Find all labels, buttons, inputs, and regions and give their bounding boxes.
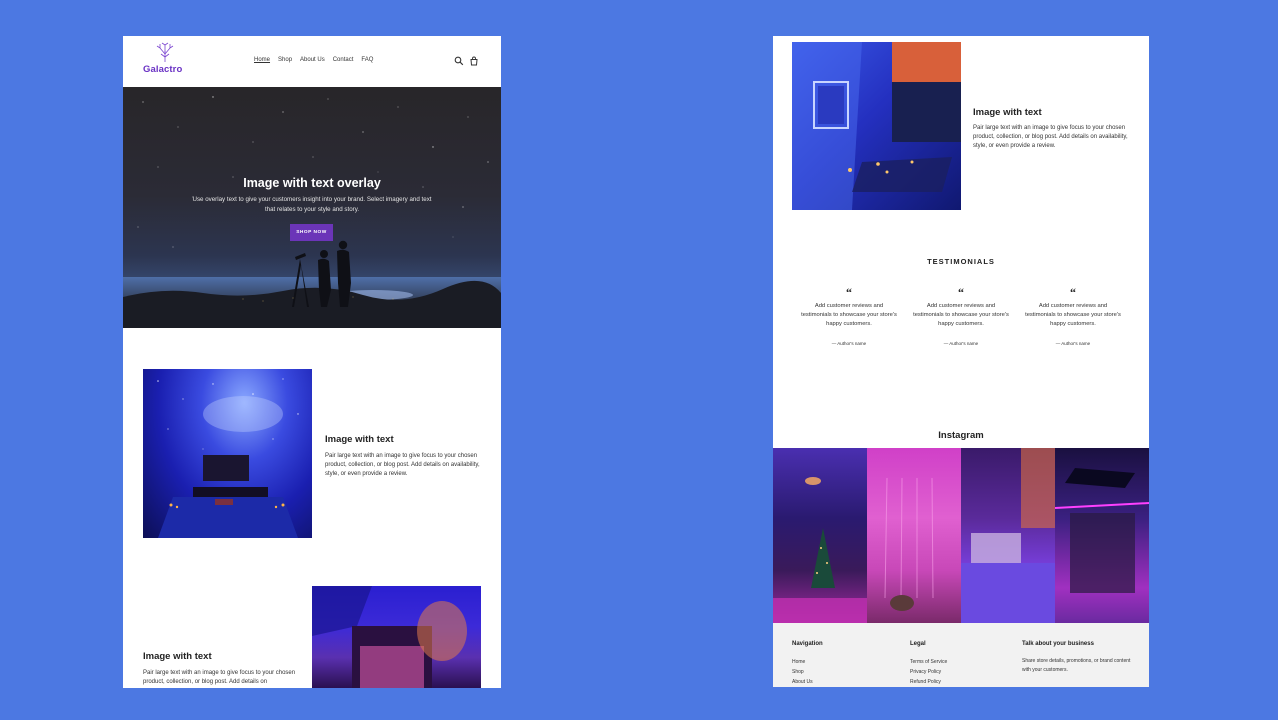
hero-subtitle: Use overlay text to give your customers … [192,196,432,213]
footer-legal: Legal Terms of Service Privacy Policy Re… [910,641,947,687]
footer-heading: Talk about your business [1022,641,1094,647]
right-block-title: Image with text [973,107,1042,118]
instagram-photo[interactable] [961,448,1055,623]
couple-telescope-silhouette [292,240,351,307]
search-icon[interactable] [454,56,464,66]
instagram-heading: Instagram [938,430,984,441]
shop-now-button[interactable]: SHOP NOW [290,224,333,241]
galaxy-bedroom-image [143,369,312,538]
testimonial-text: Add customer reviews and testimonials to… [913,303,1009,327]
main-nav: Home Shop About Us Contact FAQ [254,57,373,63]
instagram-photo[interactable] [773,448,867,623]
footer-business-text: Share store details, promotions, or bran… [1022,658,1131,673]
logo-tree-icon [156,42,174,62]
testimonial-author: — Author's name [1055,341,1091,346]
testimonial-text: Add customer reviews and testimonials to… [801,303,897,327]
instagram-grid [773,448,1149,623]
site-footer: Navigation Home Shop About Us Legal Term… [773,623,1149,687]
hero-banner: Image with text overlay Use overlay text… [123,87,501,328]
footer-link-home[interactable]: Home [792,657,823,667]
nav-faq[interactable]: FAQ [361,57,373,63]
testimonial-author: — Author's name [943,341,979,346]
footer-business: Talk about your business Share store det… [1022,641,1132,675]
quote-icon: “ [846,285,852,299]
homepage-preview-right: Image with text Pair large text with an … [773,36,1149,687]
testimonial-card: “ Add customer reviews and testimonials … [1023,286,1123,346]
logo[interactable]: Galactro [143,42,187,82]
block-1-text: Pair large text with an image to give fo… [325,453,480,478]
footer-link-about-us[interactable]: About Us [792,677,823,687]
homepage-preview-left: Galactro Home Shop About Us Contact FAQ [123,36,501,688]
hero-title: Image with text overlay [243,176,381,190]
footer-heading: Legal [910,641,926,647]
instagram-photo[interactable] [1055,448,1149,623]
blue-living-room-image [792,42,961,210]
nav-shop[interactable]: Shop [278,57,292,63]
testimonial-text: Add customer reviews and testimonials to… [1025,303,1121,327]
testimonials-heading: TESTIMONIALS [927,257,995,266]
block-2-title: Image with text [143,651,212,662]
footer-heading: Navigation [792,641,823,647]
right-block-text: Pair large text with an image to give fo… [973,125,1128,150]
block-2-text: Pair large text with an image to give fo… [143,670,296,686]
footer-link-privacy[interactable]: Privacy Policy [910,667,947,677]
logo-text: Galactro [143,64,183,75]
footer-navigation: Navigation Home Shop About Us [792,641,823,687]
testimonial-card: “ Add customer reviews and testimonials … [911,286,1011,346]
block-1-title: Image with text [325,434,394,445]
nav-about-us[interactable]: About Us [300,57,325,63]
cart-icon[interactable] [469,56,479,66]
nav-home[interactable]: Home [254,57,270,63]
quote-icon: “ [1070,285,1076,299]
footer-link-terms[interactable]: Terms of Service [910,657,947,667]
instagram-photo[interactable] [867,448,961,623]
nav-contact[interactable]: Contact [333,57,354,63]
footer-link-shop[interactable]: Shop [792,667,823,677]
purple-bedroom-image [312,586,481,688]
site-header: Galactro Home Shop About Us Contact FAQ [123,36,501,87]
testimonial-card: “ Add customer reviews and testimonials … [799,286,899,346]
testimonial-author: — Author's name [831,341,867,346]
footer-link-refund[interactable]: Refund Policy [910,677,947,687]
quote-icon: “ [958,285,964,299]
